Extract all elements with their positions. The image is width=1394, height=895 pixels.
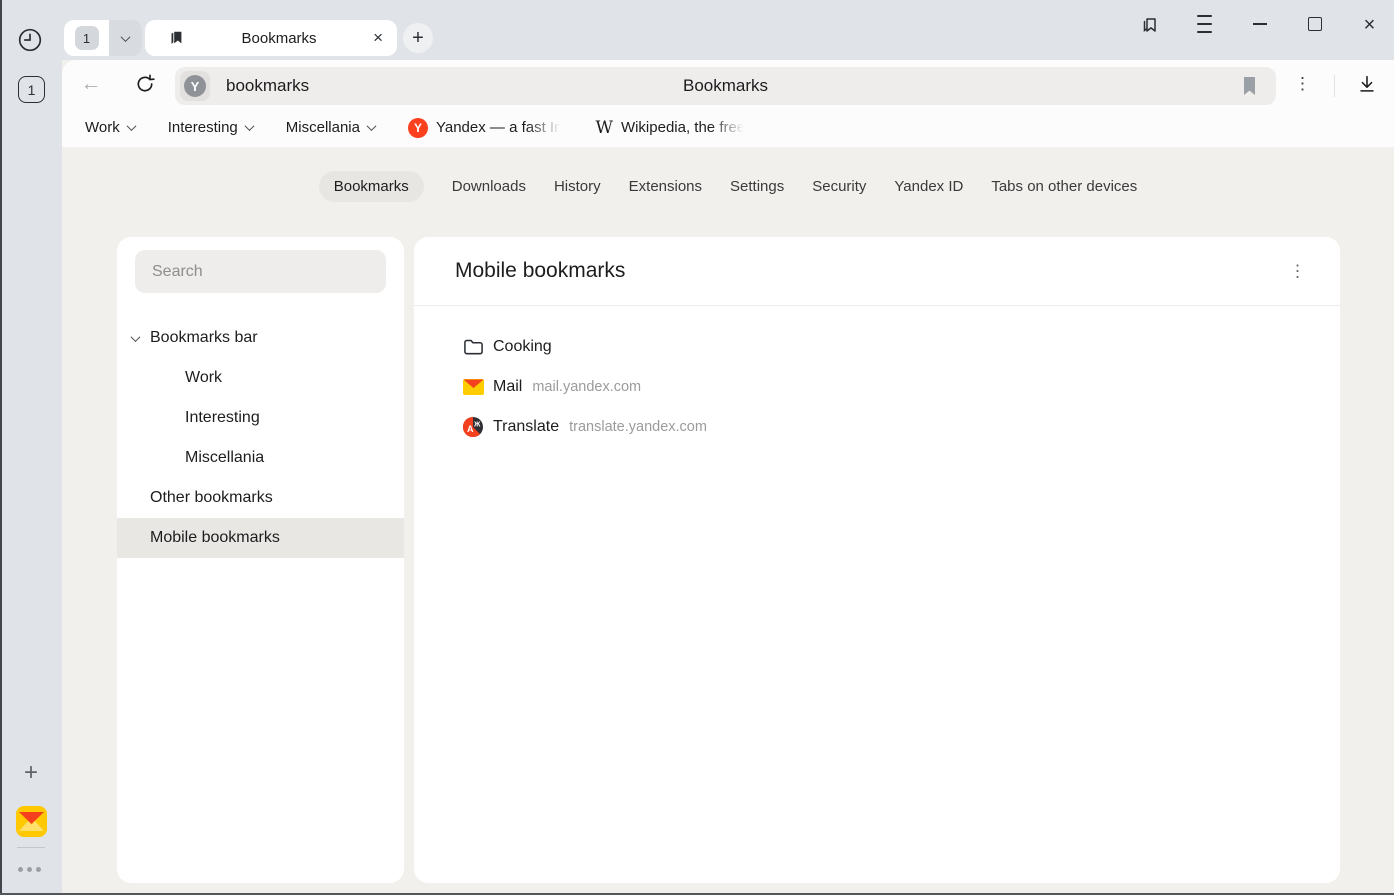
content-title: Mobile bookmarks (455, 259, 625, 283)
wikipedia-favicon: W (595, 118, 612, 138)
folder-tree: Bookmarks bar Work Interesting Miscellan… (117, 318, 404, 558)
tree-item-work[interactable]: Work (117, 358, 404, 398)
bookmarks-bar: Work Interesting Miscellania Y Yandex — … (62, 108, 1394, 147)
tab-other-devices[interactable]: Tabs on other devices (991, 171, 1137, 202)
toolbar-divider (1334, 75, 1335, 97)
tab-group-control[interactable]: 1 (64, 20, 142, 56)
tab-yandex-id[interactable]: Yandex ID (894, 171, 963, 202)
screen-edge-left (0, 0, 2, 895)
reload-icon (134, 73, 156, 95)
tree-item-miscellania[interactable]: Miscellania (117, 438, 404, 478)
bookmarks-bar-folder-interesting[interactable]: Interesting (168, 119, 253, 136)
downloads-button[interactable] (1354, 71, 1380, 97)
search-input[interactable] (135, 250, 386, 293)
rail-tab-count: 1 (28, 82, 36, 98)
bookmark-url: translate.yandex.com (569, 419, 707, 435)
minimize-button[interactable] (1249, 14, 1270, 35)
list-item-cooking[interactable]: Cooking (414, 327, 1340, 367)
tree-item-mobile-bookmarks[interactable]: Mobile bookmarks (117, 518, 404, 558)
rail-tab-count-button[interactable]: 1 (18, 76, 45, 103)
bookmark-list: Cooking Mail mail.yandex.com (414, 306, 1340, 447)
browser-tab-bookmarks[interactable]: Bookmarks × (145, 20, 397, 56)
svg-text:Ж: Ж (473, 422, 481, 429)
bookmark-url: mail.yandex.com (532, 379, 641, 395)
bookmarks-bar-link-wikipedia[interactable]: W Wikipedia, the free (595, 118, 745, 138)
window-close-button[interactable]: × (1359, 14, 1380, 35)
tab-downloads[interactable]: Downloads (452, 171, 526, 202)
tab-extensions[interactable]: Extensions (629, 171, 702, 202)
clock-icon (16, 26, 44, 54)
back-button[interactable]: ← (78, 71, 104, 97)
browser-window: 1 + 1 Bookmarks × + (0, 0, 1394, 895)
bookmarks-bar-folder-work[interactable]: Work (85, 119, 135, 136)
content-kebab-menu[interactable]: ⋮ (1289, 263, 1306, 280)
yandex-favicon: Y (408, 118, 428, 138)
tab-group-count-badge: 1 (75, 26, 99, 50)
close-icon: × (1364, 14, 1376, 37)
history-clock-icon[interactable] (16, 26, 44, 54)
tree-item-bookmarks-bar[interactable]: Bookmarks bar (117, 318, 404, 358)
chevron-down-icon (367, 121, 377, 131)
rail-more-button[interactable] (18, 867, 41, 872)
folder-icon (462, 338, 484, 356)
download-icon (1356, 73, 1378, 95)
tab-close-button[interactable]: × (373, 28, 383, 48)
content-header: Mobile bookmarks ⋮ (414, 237, 1340, 305)
back-arrow-icon: ← (81, 72, 102, 96)
svg-text:A: A (467, 424, 474, 434)
plus-icon: + (24, 759, 38, 787)
chevron-down-icon (131, 332, 141, 342)
maximize-button[interactable] (1304, 14, 1325, 35)
rail-divider (17, 847, 45, 848)
tree-item-other-bookmarks[interactable]: Other bookmarks (117, 478, 404, 518)
list-item-translate[interactable]: A Ж Translate translate.yandex.com (414, 407, 1340, 447)
mail-favicon (462, 379, 484, 395)
bookmark-flag-icon[interactable] (1242, 76, 1257, 96)
reload-button[interactable] (132, 71, 158, 97)
tab-bookmarks[interactable]: Bookmarks (319, 171, 424, 202)
chevron-down-icon (244, 121, 254, 131)
translate-favicon: A Ж (462, 417, 484, 437)
bookmarks-panel-button[interactable] (1139, 14, 1160, 35)
bookmark-tab-icon (167, 29, 185, 47)
chevron-down-icon (126, 121, 136, 131)
tab-group-badge-area[interactable]: 1 (64, 20, 109, 56)
list-item-mail[interactable]: Mail mail.yandex.com (414, 367, 1340, 407)
mail-app-icon (16, 806, 47, 837)
yandex-mail-app-icon[interactable] (16, 806, 47, 837)
tab-settings[interactable]: Settings (730, 171, 784, 202)
page-title: Bookmarks (175, 67, 1276, 105)
bookmarks-stack-icon (1139, 14, 1161, 36)
tab-group-dropdown-button[interactable] (109, 20, 142, 56)
bookmarks-bar-folder-miscellania[interactable]: Miscellania (286, 119, 375, 136)
browser-menu-button[interactable] (1194, 14, 1215, 35)
plus-icon: + (412, 27, 424, 50)
chevron-down-icon (121, 32, 131, 42)
tab-security[interactable]: Security (812, 171, 866, 202)
tab-history[interactable]: History (554, 171, 601, 202)
manager-nav-tabs: Bookmarks Downloads History Extensions S… (62, 171, 1394, 202)
tree-item-interesting[interactable]: Interesting (117, 398, 404, 438)
address-bar[interactable]: Y bookmarks Bookmarks (175, 67, 1276, 105)
window-controls: × (1139, 9, 1380, 39)
new-tab-button[interactable]: + (403, 23, 433, 53)
folders-panel: Bookmarks bar Work Interesting Miscellan… (117, 237, 404, 883)
tab-title: Bookmarks (185, 30, 373, 47)
bookmarks-content-panel: Mobile bookmarks ⋮ Cooking (414, 237, 1340, 883)
rail-add-button[interactable]: + (17, 759, 45, 787)
bookmarks-bar-link-yandex[interactable]: Y Yandex — a fast In (408, 118, 562, 138)
toolbar-kebab-menu[interactable]: ⋮ (1294, 75, 1311, 92)
tab-group-count: 1 (83, 31, 90, 46)
